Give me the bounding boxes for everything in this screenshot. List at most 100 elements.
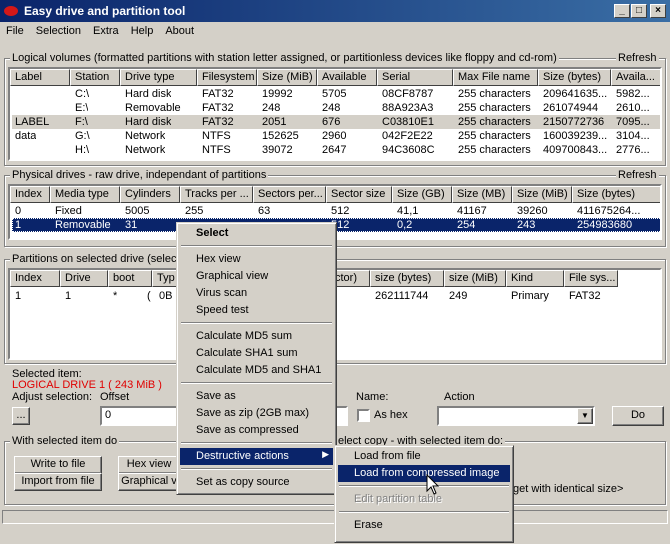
col-label[interactable]: Label: [10, 69, 70, 86]
col-max-filename[interactable]: Max File name: [453, 69, 538, 86]
col-serial[interactable]: Serial: [377, 69, 453, 86]
physical-refresh-button[interactable]: Refresh: [616, 169, 659, 181]
col-part-drive[interactable]: Drive: [60, 270, 108, 287]
menu-extra[interactable]: Extra: [87, 22, 125, 37]
menu-about[interactable]: About: [159, 22, 200, 37]
window-title: Easy drive and partition tool: [24, 4, 186, 18]
col-drive-type[interactable]: Drive type: [120, 69, 197, 86]
lv-cell-size-bytes: 209641635...: [543, 88, 608, 100]
lv-cell-available: 2647: [322, 144, 347, 156]
pd-cell-cylinders: 31: [125, 219, 138, 231]
lv-cell-size-bytes: 160039239...: [543, 130, 608, 142]
part-size-bytes: 262111744: [375, 290, 429, 302]
logical-volumes-list[interactable]: Label Station Drive type Filesystem Size…: [8, 67, 662, 161]
col-size-mib[interactable]: Size (MiB): [512, 186, 572, 203]
chevron-down-icon[interactable]: ▼: [577, 408, 593, 424]
col-part-boot[interactable]: boot: [108, 270, 152, 287]
lv-cell-available: 248: [322, 102, 341, 114]
col-part-size-bytes[interactable]: size (bytes): [370, 270, 444, 287]
col-part-index[interactable]: Index: [10, 270, 60, 287]
menu-item-load-compressed-image[interactable]: Load from compressed image: [338, 465, 510, 482]
col-sector-size[interactable]: Sector size: [326, 186, 392, 203]
menu-item-erase[interactable]: Erase: [338, 517, 510, 534]
lv-cell-station: E:\: [75, 102, 89, 114]
menu-separator: [339, 485, 509, 487]
mouse-cursor-icon: [426, 474, 440, 495]
col-part-filesystem[interactable]: File sys...: [564, 270, 618, 287]
as-hex-checkbox[interactable]: [357, 409, 370, 422]
menu-item-graphical-view[interactable]: Graphical view: [180, 268, 333, 285]
pd-cell-size-gb: 41,1: [397, 205, 419, 217]
lv-cell-size-bytes: 261074944: [543, 102, 599, 114]
dots-button[interactable]: ...: [12, 407, 30, 425]
menu-item-set-copy-source[interactable]: Set as copy source: [180, 474, 333, 491]
context-menu: Select Hex view Graphical view Virus sca…: [176, 222, 337, 495]
menu-bar: File Selection Extra Help About: [0, 22, 670, 42]
col-station[interactable]: Station: [70, 69, 120, 86]
do-button[interactable]: Do: [612, 406, 664, 426]
col-media-type[interactable]: Media type: [50, 186, 120, 203]
lv-cell-available-bytes: 2610...: [616, 102, 650, 114]
col-cylinders[interactable]: Cylinders: [120, 186, 180, 203]
destructive-submenu: Load from file Load from compressed imag…: [334, 445, 514, 543]
col-size-gb[interactable]: Size (GB): [392, 186, 452, 203]
pd-cell-sectors: 63: [258, 205, 271, 217]
lv-cell-serial: 042F2E22: [382, 130, 433, 142]
partitions-label: Partitions on selected drive (select: [10, 253, 182, 265]
menu-item-load-from-file[interactable]: Load from file: [338, 448, 510, 465]
part-size-mib: 249: [449, 290, 468, 302]
pd-cell-cylinders: 5005: [125, 205, 150, 217]
close-button[interactable]: ×: [650, 4, 666, 18]
lv-cell-station: G:\: [75, 130, 90, 142]
col-filesystem[interactable]: Filesystem: [197, 69, 257, 86]
pd-cell-size-bytes: 411675264...: [577, 205, 641, 217]
menu-file[interactable]: File: [0, 22, 30, 37]
menu-item-md5[interactable]: Calculate MD5 sum: [180, 328, 333, 345]
name-label: Name:: [356, 391, 389, 403]
logical-refresh-button[interactable]: Refresh: [616, 52, 659, 64]
menu-item-save-as[interactable]: Save as: [180, 388, 333, 405]
col-size-bytes[interactable]: Size (bytes): [572, 186, 660, 203]
menu-item-save-compressed[interactable]: Save as compressed: [180, 422, 333, 439]
menu-item-md5-sha1[interactable]: Calculate MD5 and SHA1: [180, 362, 333, 379]
col-size-bytes[interactable]: Size (bytes): [538, 69, 611, 86]
menu-help[interactable]: Help: [125, 22, 160, 37]
menu-item-speed-test[interactable]: Speed test: [180, 302, 333, 319]
menu-item-destructive-actions[interactable]: Destructive actions ▶: [180, 448, 333, 465]
col-available-bytes[interactable]: Availa...: [611, 69, 660, 86]
lv-cell-label: data: [15, 130, 37, 142]
lv-cell-available: 2960: [322, 130, 347, 142]
col-part-kind[interactable]: Kind: [506, 270, 564, 287]
hex-view-button[interactable]: Hex view: [118, 456, 180, 474]
lv-cell-station: H:\: [75, 144, 90, 156]
pd-cell-tracks: 255: [185, 205, 204, 217]
graphical-view-button[interactable]: Graphical v: [118, 473, 180, 491]
import-from-file-button[interactable]: Import from file: [14, 473, 102, 491]
col-size-mb[interactable]: Size (MB): [452, 186, 512, 203]
menu-item-sha1[interactable]: Calculate SHA1 sum: [180, 345, 333, 362]
menu-item-select[interactable]: Select: [180, 225, 333, 242]
lv-cell-size-bytes: 409700843...: [543, 144, 608, 156]
action-select[interactable]: ▼: [437, 406, 595, 426]
menu-item-hex-view[interactable]: Hex view: [180, 251, 333, 268]
maximize-button[interactable]: □: [631, 4, 647, 18]
lv-cell-filesystem: FAT32: [202, 102, 234, 114]
offset-field[interactable]: 0: [100, 406, 180, 426]
lv-cell-drive-type: Hard disk: [125, 88, 172, 100]
lv-cell-filesystem: FAT32: [202, 88, 234, 100]
col-part-size-mib[interactable]: size (MiB): [444, 270, 506, 287]
lv-cell-serial: C03810E1: [382, 116, 434, 128]
lv-cell-max-filename: 255 characters: [458, 144, 531, 156]
menu-separator: [181, 442, 332, 444]
col-sectors[interactable]: Sectors per...: [253, 186, 326, 203]
col-size-mib[interactable]: Size (MiB): [257, 69, 317, 86]
col-available[interactable]: Available: [317, 69, 377, 86]
menu-selection[interactable]: Selection: [30, 22, 87, 37]
minimize-button[interactable]: _: [614, 4, 630, 18]
write-to-file-button[interactable]: Write to file: [14, 456, 102, 474]
menu-item-virus-scan[interactable]: Virus scan: [180, 285, 333, 302]
col-index[interactable]: Index: [10, 186, 50, 203]
menu-item-save-zip[interactable]: Save as zip (2GB max): [180, 405, 333, 422]
offset-label: Offset: [100, 391, 130, 403]
col-tracks[interactable]: Tracks per ...: [180, 186, 253, 203]
